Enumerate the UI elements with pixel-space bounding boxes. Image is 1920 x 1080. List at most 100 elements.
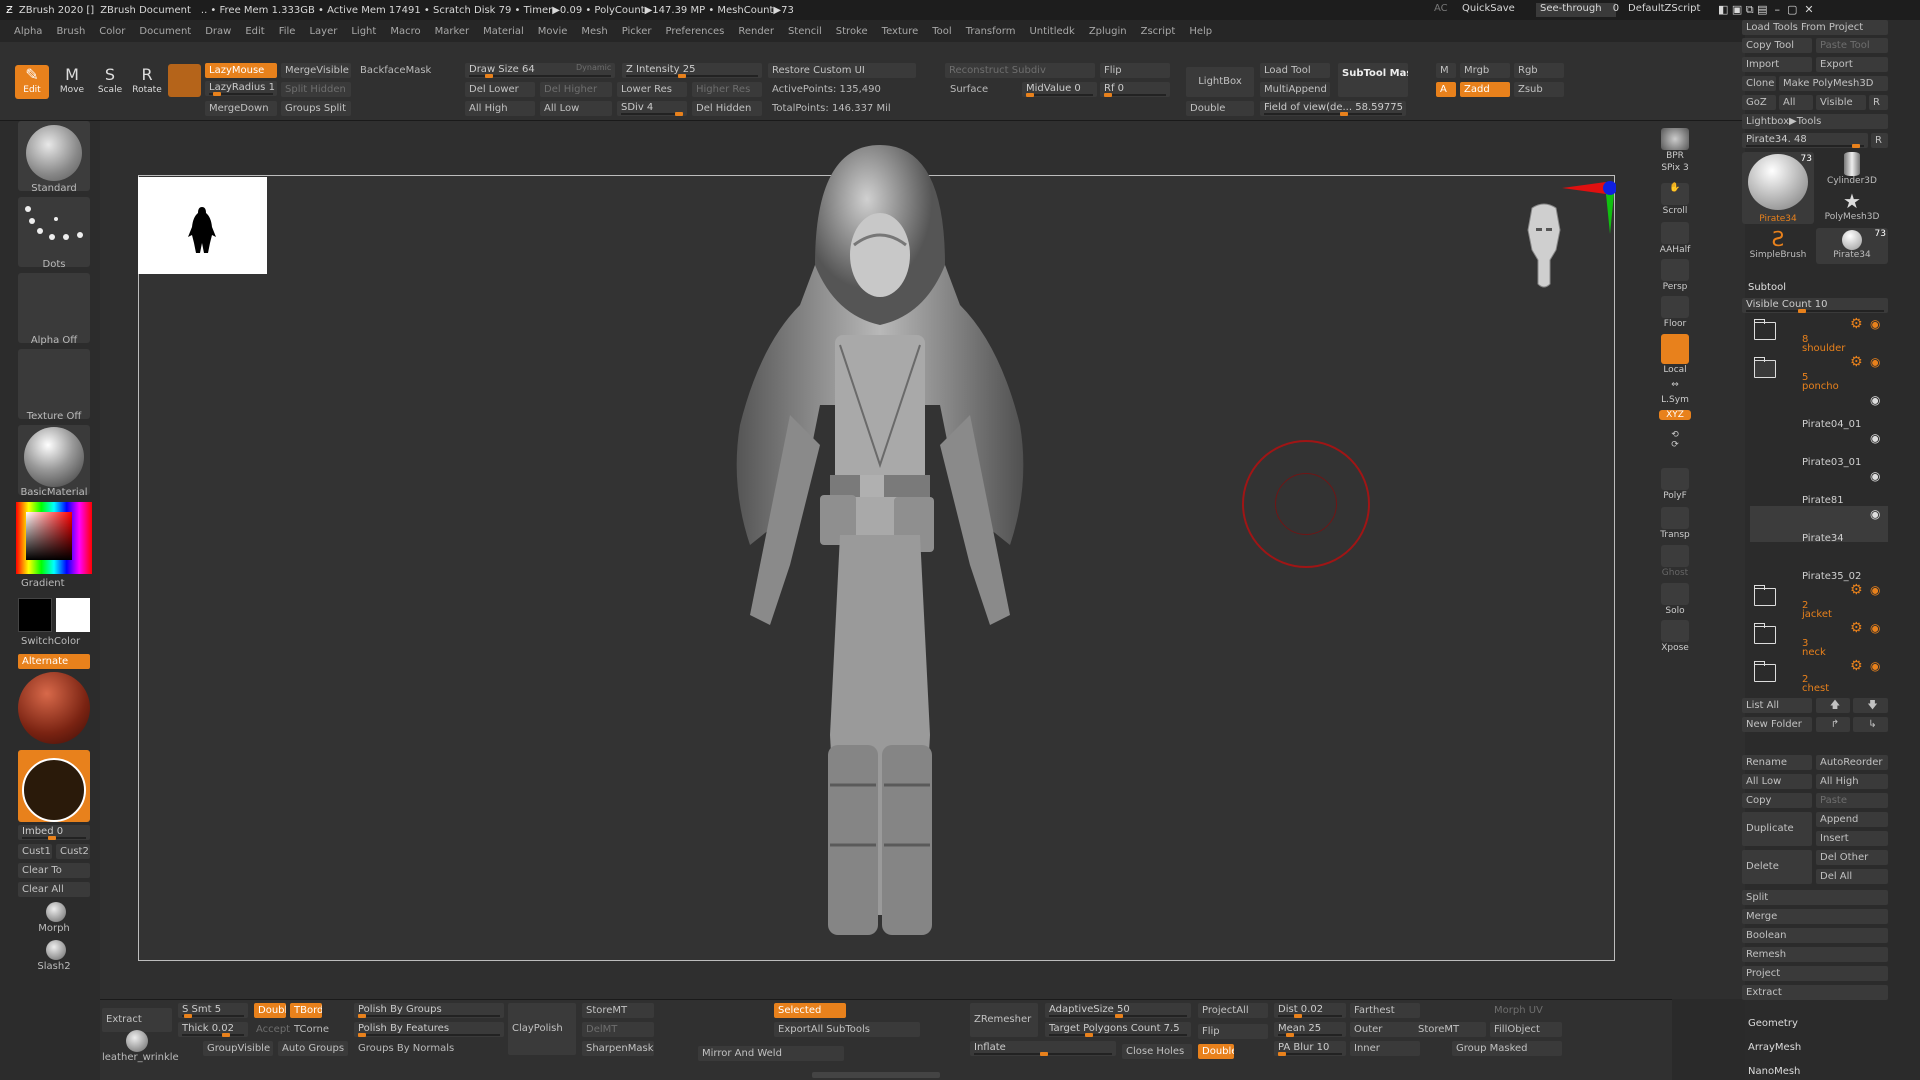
menu-zplugin[interactable]: Zplugin xyxy=(1089,26,1127,37)
standard-brush-button[interactable] xyxy=(18,121,90,191)
load-tool-button[interactable]: Load Tool xyxy=(1260,63,1330,78)
subtool-pirate34[interactable]: Pirate34 xyxy=(1802,533,1844,544)
navigation-thumbnail[interactable] xyxy=(138,177,267,274)
menu-layer[interactable]: Layer xyxy=(309,26,337,37)
subtool-all-low-button[interactable]: All Low xyxy=(1742,774,1812,789)
paste-button[interactable]: Paste xyxy=(1816,793,1888,808)
target-polygons-slider[interactable]: Target Polygons Count 7.5 xyxy=(1045,1022,1191,1037)
storemt-2-button[interactable]: StoreMT xyxy=(1414,1022,1486,1037)
menu-render[interactable]: Render xyxy=(738,26,774,37)
menu-texture[interactable]: Texture xyxy=(882,26,919,37)
copy-button[interactable]: Copy xyxy=(1742,793,1812,808)
bpr-button[interactable]: BPR xyxy=(1657,128,1693,161)
aahalf-button[interactable]: AAHalf xyxy=(1657,222,1693,255)
flip-button[interactable]: Flip xyxy=(1100,63,1170,78)
menu-color[interactable]: Color xyxy=(99,26,125,37)
eye-icon[interactable]: ◉ xyxy=(1870,583,1880,597)
m-toggle[interactable]: M xyxy=(1436,63,1456,78)
lower-res-button[interactable]: Lower Res xyxy=(617,82,687,97)
midvalue-slider[interactable]: MidValue 0 xyxy=(1022,82,1097,97)
subtool-master-button[interactable]: SubTool Master xyxy=(1338,63,1408,97)
lightbox-button[interactable]: LightBox xyxy=(1186,67,1254,97)
all-high-button[interactable]: All High xyxy=(465,101,535,116)
sharpenmask-button[interactable]: SharpenMask xyxy=(582,1041,654,1056)
menu-movie[interactable]: Movie xyxy=(538,26,568,37)
axis-gizmo-icon[interactable] xyxy=(1560,176,1617,236)
tool-r-button[interactable]: R xyxy=(1871,133,1888,148)
persp-button[interactable]: Persp xyxy=(1657,259,1693,292)
leather-material-icon[interactable] xyxy=(126,1030,148,1052)
flip-normals-button[interactable]: Flip xyxy=(1198,1024,1268,1039)
delete-button[interactable]: Delete xyxy=(1742,850,1812,884)
folder-neck[interactable]: neck xyxy=(1802,647,1826,658)
tool-thumb-polymesh3d[interactable]: ★ PolyMesh3D xyxy=(1816,190,1888,226)
tool-thumb-simplebrush[interactable]: Ƨ SimpleBrush xyxy=(1742,228,1814,264)
groups-split-button[interactable]: Groups Split xyxy=(281,101,351,116)
inflate-slider[interactable]: Inflate xyxy=(970,1041,1116,1056)
reconstruct-subdiv-button[interactable]: Reconstruct Subdiv xyxy=(945,63,1095,78)
eye-icon[interactable]: ◉ xyxy=(1870,507,1880,521)
rotate-axis-icon[interactable]: ⟲ ⟳ xyxy=(1657,430,1693,450)
export-all-subtools-button[interactable]: ExportAll SubTools xyxy=(774,1022,920,1037)
dynamic-toggle[interactable]: Dynamic xyxy=(576,63,611,72)
subtool-header[interactable]: Subtool xyxy=(1748,282,1786,293)
claypolish-button[interactable]: ClayPolish xyxy=(508,1003,576,1055)
visible-count-slider[interactable]: Visible Count 10 xyxy=(1742,298,1888,313)
alternate-toggle[interactable]: Alternate xyxy=(18,654,90,669)
rgb-toggle[interactable]: Rgb xyxy=(1514,63,1564,78)
autoreorder-button[interactable]: AutoReorder xyxy=(1816,755,1888,770)
current-tool-slider[interactable]: Pirate34. 48 xyxy=(1742,133,1868,148)
spix-slider[interactable]: SPix 3 xyxy=(1657,163,1693,173)
move-mode-button[interactable]: M Move xyxy=(55,65,89,99)
del-hidden-button[interactable]: Del Hidden xyxy=(692,101,762,116)
polyf-button[interactable]: PolyF xyxy=(1657,468,1693,501)
menu-document[interactable]: Document xyxy=(139,26,191,37)
lsym-button[interactable]: ⇔ L.Sym xyxy=(1657,380,1693,405)
menu-preferences[interactable]: Preferences xyxy=(666,26,725,37)
default-zscript-button[interactable]: DefaultZScript xyxy=(1628,3,1700,14)
cust2-button[interactable]: Cust2 xyxy=(56,844,90,859)
tool-thumb-cylinder3d[interactable]: Cylinder3D xyxy=(1816,152,1888,188)
mirror-and-weld-button[interactable]: Mirror And Weld xyxy=(698,1046,844,1061)
inner-button[interactable]: Inner xyxy=(1350,1041,1420,1056)
primary-color-swatch[interactable] xyxy=(56,598,90,632)
menu-light[interactable]: Light xyxy=(351,26,376,37)
import-button[interactable]: Import xyxy=(1742,57,1812,72)
arrow-up-right-icon[interactable]: ↱ xyxy=(1816,717,1850,732)
export-button[interactable]: Export xyxy=(1816,57,1888,72)
nanomesh-section[interactable]: NanoMesh xyxy=(1748,1066,1800,1077)
lazyradius-slider[interactable]: LazyRadius 1 xyxy=(205,81,277,96)
menu-edit[interactable]: Edit xyxy=(245,26,264,37)
sdiv-slider[interactable]: SDiv 4 xyxy=(617,101,687,116)
subtool-pirate35-02[interactable]: Pirate35_02 xyxy=(1802,571,1861,582)
gear-icon[interactable]: ⚙ xyxy=(1850,582,1863,598)
surface-button[interactable]: Surface xyxy=(950,84,988,95)
material-button[interactable] xyxy=(18,425,90,495)
menu-marker[interactable]: Marker xyxy=(435,26,470,37)
duplicate-button[interactable]: Duplicate xyxy=(1742,812,1812,846)
quicksave-button[interactable]: QuickSave xyxy=(1462,3,1515,14)
restore-custom-ui-button[interactable]: Restore Custom UI xyxy=(768,63,916,78)
dots-stroke-button[interactable] xyxy=(18,197,90,267)
rename-button[interactable]: Rename xyxy=(1742,755,1812,770)
goz-all-button[interactable]: All xyxy=(1779,95,1813,110)
list-all-button[interactable]: List All xyxy=(1742,698,1812,713)
switch-color-button[interactable]: SwitchColor xyxy=(18,636,90,647)
storemt-button[interactable]: StoreMT xyxy=(582,1003,654,1018)
zsub-toggle[interactable]: Zsub xyxy=(1514,82,1564,97)
higher-res-button[interactable]: Higher Res xyxy=(692,82,762,97)
extract-section[interactable]: Extract xyxy=(1742,985,1888,1000)
close-holes-button[interactable]: Close Holes xyxy=(1122,1044,1192,1059)
floor-button[interactable]: Floor xyxy=(1657,296,1693,329)
subtool-pirate81[interactable]: Pirate81 xyxy=(1802,495,1844,506)
del-lower-button[interactable]: Del Lower xyxy=(465,82,535,97)
edit-mode-button[interactable]: ✎ Edit xyxy=(15,65,49,99)
tool-thumb-pirate34[interactable]: 73 Pirate34 xyxy=(1742,152,1814,224)
folder-shoulder[interactable]: shoulder xyxy=(1802,343,1845,354)
double-sided-button[interactable]: Double xyxy=(1198,1044,1234,1059)
clone-button[interactable]: Clone xyxy=(1742,76,1776,91)
matcap-red-icon[interactable] xyxy=(18,672,90,744)
scale-mode-button[interactable]: S Scale xyxy=(93,65,127,99)
dist-slider[interactable]: Dist 0.02 xyxy=(1274,1003,1346,1018)
cust1-button[interactable]: Cust1 xyxy=(18,844,52,859)
